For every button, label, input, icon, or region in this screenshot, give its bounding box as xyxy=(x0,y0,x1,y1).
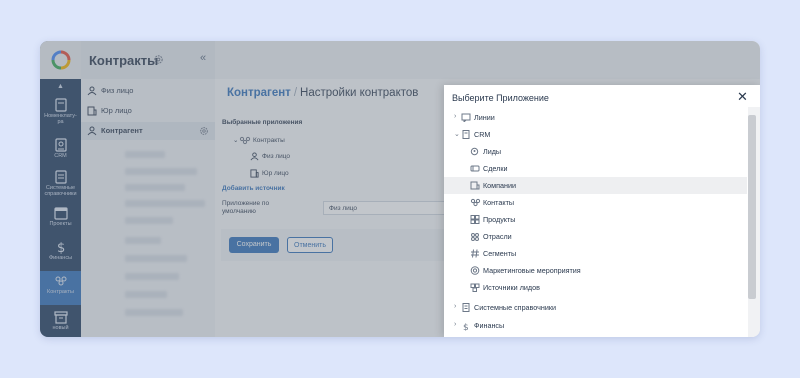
tree-row-label: Сегменты xyxy=(483,249,517,258)
chevron-right-icon[interactable]: › xyxy=(454,303,456,310)
tree-row-label: CRM xyxy=(474,130,491,139)
industry-icon xyxy=(471,233,479,241)
tree-row-marketing-events[interactable]: Маркетинговые мероприятия xyxy=(444,262,747,279)
tree-row-industries[interactable]: Отрасли xyxy=(444,228,747,245)
tree-row-deals[interactable]: Сделки xyxy=(444,160,747,177)
select-app-modal: Выберите Приложение ✕ › Линии ⌄ CRM Лиды… xyxy=(444,85,760,337)
tree-row-label: Маркетинговые мероприятия xyxy=(483,266,581,275)
target-icon xyxy=(470,266,480,275)
tree-row-label: Контакты xyxy=(483,198,515,207)
grid-icon xyxy=(470,215,480,224)
tree-row-contacts[interactable]: Контакты xyxy=(444,194,747,211)
handshake-icon xyxy=(470,165,480,172)
tree-row-lines[interactable]: › Линии xyxy=(444,109,747,126)
tree-row-companies[interactable]: Компании xyxy=(444,177,747,194)
hash-icon xyxy=(471,249,479,258)
tree-row-system-directories[interactable]: › Системные справочники xyxy=(444,299,747,316)
tree-row-finance[interactable]: › $ Финансы xyxy=(444,317,747,334)
tree-row-crm[interactable]: ⌄ CRM xyxy=(444,126,747,143)
tree-row-label: Источники лидов xyxy=(483,283,540,292)
building-icon xyxy=(470,181,480,190)
tree-row-label: Сделки xyxy=(483,164,508,173)
tree-row-products[interactable]: Продукты xyxy=(444,211,747,228)
chat-icon xyxy=(461,113,471,122)
close-icon[interactable]: ✕ xyxy=(737,89,748,105)
tree-row-label: Линии xyxy=(474,113,495,122)
chevron-right-icon[interactable]: › xyxy=(454,113,456,120)
chevron-right-icon[interactable]: › xyxy=(454,321,456,328)
tree-row-label: Компании xyxy=(483,181,517,190)
app-window: ▲ Номенклату- ра CRM Системные справочни… xyxy=(40,41,760,337)
chevron-down-icon[interactable]: ⌄ xyxy=(454,130,460,138)
tree-row-label: Финансы xyxy=(474,321,505,330)
svg-text:$: $ xyxy=(463,323,469,331)
tree-row-label: Продукты xyxy=(483,215,516,224)
search-person-icon xyxy=(470,147,479,156)
modal-scrollbar-thumb[interactable] xyxy=(748,115,756,299)
tree-row-label: Системные справочники xyxy=(474,303,557,312)
document-icon xyxy=(462,303,470,312)
tree-row-lead-sources[interactable]: Источники лидов xyxy=(444,279,747,296)
modal-title: Выберите Приложение xyxy=(452,93,549,103)
tree-row-label: Отрасли xyxy=(483,232,512,241)
people-icon xyxy=(470,198,481,207)
tree-row-leads[interactable]: Лиды xyxy=(444,143,747,160)
dollar-icon: $ xyxy=(463,323,469,331)
document-icon xyxy=(462,130,470,139)
tree-row-label: Лиды xyxy=(483,147,502,156)
tree-row-segments[interactable]: Сегменты xyxy=(444,245,747,262)
funnel-icon xyxy=(470,283,480,292)
